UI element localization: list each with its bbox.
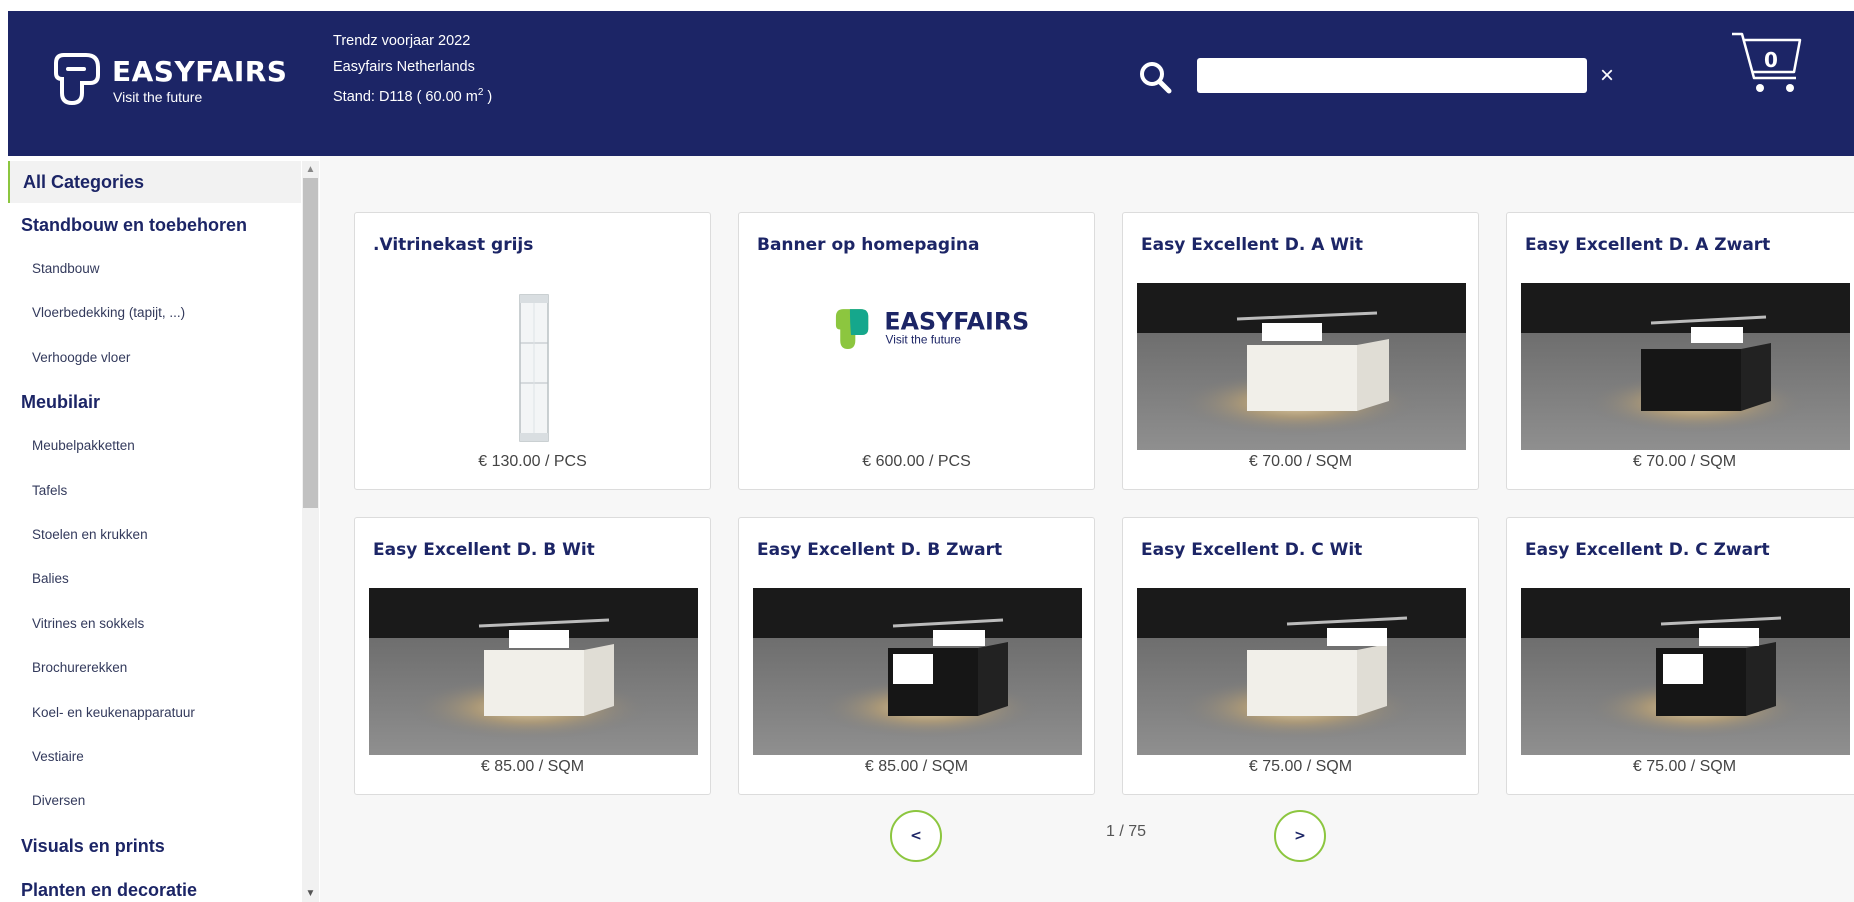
- scroll-down-arrow-icon[interactable]: ▼: [302, 885, 319, 902]
- prev-page-button[interactable]: <: [890, 810, 942, 862]
- next-page-button[interactable]: >: [1274, 810, 1326, 862]
- sidebar-item-diversen[interactable]: Diversen: [8, 779, 301, 823]
- product-card[interactable]: Easy Excellent D. A Zwart € 70.00 / SQM: [1506, 212, 1854, 490]
- sidebar-scrollbar[interactable]: ▲ ▼: [302, 161, 319, 902]
- product-price: € 130.00 / PCS: [478, 453, 587, 470]
- stand-white-image: [1137, 588, 1466, 755]
- display-cabinet-image: [519, 294, 549, 442]
- sidebar-item-tafels[interactable]: Tafels: [8, 469, 301, 513]
- search-input[interactable]: [1197, 58, 1587, 93]
- sidebar-item-verhoogde-vloer[interactable]: Verhoogde vloer: [8, 336, 301, 380]
- product-title: Easy Excellent D. A Wit: [1141, 235, 1363, 255]
- product-price: € 600.00 / PCS: [862, 453, 971, 470]
- event-stand: Stand: D118 ( 60.00 m2 ): [333, 80, 492, 110]
- page: EASYFAIRS Visit the future Trendz voorja…: [8, 11, 1854, 902]
- stand-white-image: [369, 588, 698, 755]
- event-info: Trendz voorjaar 2022 Easyfairs Netherlan…: [333, 28, 492, 110]
- svg-text:EASYFAIRS: EASYFAIRS: [884, 308, 1029, 336]
- logo-wordmark: EASYFAIRS: [112, 55, 288, 88]
- sidebar-item-koel-keuken[interactable]: Koel- en keukenapparatuur: [8, 691, 301, 735]
- product-card[interactable]: Easy Excellent D. A Wit € 70.00 / SQM: [1122, 212, 1479, 490]
- stand-black-image: [1521, 588, 1850, 755]
- sidebar-item-meubelpakketten[interactable]: Meubelpakketten: [8, 424, 301, 468]
- product-price: € 85.00 / SQM: [864, 758, 969, 775]
- sidebar-category-planten[interactable]: Planten en decoratie: [8, 868, 301, 902]
- product-price: € 70.00 / SQM: [1632, 453, 1737, 470]
- svg-text:Visit the future: Visit the future: [886, 333, 962, 347]
- easyfairs-logo[interactable]: EASYFAIRS Visit the future: [46, 45, 288, 115]
- stand-close: ): [483, 88, 493, 105]
- product-card[interactable]: Easy Excellent D. B Zwart € 85.00 / SQM: [738, 517, 1095, 795]
- product-title: Easy Excellent D. B Wit: [373, 540, 595, 560]
- sidebar-item-vitrines[interactable]: Vitrines en sokkels: [8, 602, 301, 646]
- sidebar-item-brochurerekken[interactable]: Brochurerekken: [8, 646, 301, 690]
- product-price: € 75.00 / SQM: [1632, 758, 1737, 775]
- product-card[interactable]: Banner op homepagina EASYFAIRS Visit the…: [738, 212, 1095, 490]
- product-price: € 75.00 / SQM: [1248, 758, 1353, 775]
- category-sidebar: All Categories Standbouw en toebehoren S…: [8, 161, 301, 902]
- easyfairs-banner-image: EASYFAIRS Visit the future: [835, 308, 1029, 349]
- stand-black-image: [1521, 283, 1850, 450]
- sidebar-item-all-categories[interactable]: All Categories: [8, 161, 301, 203]
- stand-text: Stand: D118 ( 60.00 m: [333, 88, 478, 105]
- product-title: .Vitrinekast grijs: [373, 235, 534, 255]
- sidebar-category-visuals[interactable]: Visuals en prints: [8, 824, 301, 868]
- sidebar-category-standbouw[interactable]: Standbouw en toebehoren: [8, 203, 301, 247]
- product-title: Easy Excellent D. B Zwart: [757, 540, 1003, 560]
- product-title: Easy Excellent D. C Zwart: [1525, 540, 1770, 560]
- event-organizer: Easyfairs Netherlands: [333, 59, 475, 75]
- scroll-thumb[interactable]: [303, 178, 318, 508]
- stand-black-image: [753, 588, 1082, 755]
- search-icon[interactable]: [1136, 58, 1176, 98]
- product-price: € 70.00 / SQM: [1248, 453, 1353, 470]
- sidebar-item-standbouw[interactable]: Standbouw: [8, 247, 301, 291]
- product-title: Easy Excellent D. A Zwart: [1525, 235, 1771, 255]
- product-grid: .Vitrinekast grijs € 130.00 / PCS Banner…: [320, 156, 1854, 902]
- event-name: Trendz voorjaar 2022: [333, 33, 471, 49]
- logo-tagline: Visit the future: [113, 89, 203, 105]
- product-card[interactable]: Easy Excellent D. B Wit € 85.00 / SQM: [354, 517, 711, 795]
- clear-search-button[interactable]: ×: [1600, 61, 1614, 91]
- product-title: Easy Excellent D. C Wit: [1141, 540, 1363, 560]
- sidebar-item-balies[interactable]: Balies: [8, 557, 301, 601]
- logo-mark-icon: [54, 53, 100, 106]
- sidebar-item-stoelen[interactable]: Stoelen en krukken: [8, 513, 301, 557]
- product-card[interactable]: .Vitrinekast grijs € 130.00 / PCS: [354, 212, 711, 490]
- product-price: € 85.00 / SQM: [480, 758, 585, 775]
- product-card[interactable]: Easy Excellent D. C Zwart € 75.00 / SQM: [1506, 517, 1854, 795]
- stand-white-image: [1137, 283, 1466, 450]
- cart-count: 0: [1764, 48, 1778, 72]
- product-title: Banner op homepagina: [757, 235, 980, 255]
- cart-button[interactable]: 0: [1730, 30, 1806, 100]
- product-card[interactable]: Easy Excellent D. C Wit € 75.00 / SQM: [1122, 517, 1479, 795]
- page-indicator: 1 / 75: [1105, 823, 1147, 840]
- scroll-up-arrow-icon[interactable]: ▲: [302, 161, 319, 178]
- sidebar-item-vestiaire[interactable]: Vestiaire: [8, 735, 301, 779]
- sidebar-item-vloerbedekking[interactable]: Vloerbedekking (tapijt, ...): [8, 291, 301, 335]
- top-header: EASYFAIRS Visit the future Trendz voorja…: [8, 11, 1854, 156]
- sidebar-category-meubilair[interactable]: Meubilair: [8, 380, 301, 424]
